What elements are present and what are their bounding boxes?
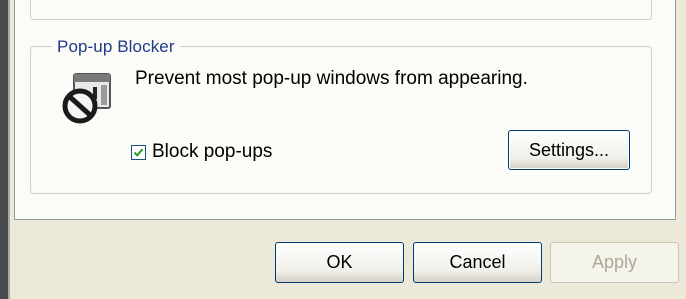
block-popups-checkbox[interactable] bbox=[131, 144, 146, 160]
popup-blocker-description: Prevent most pop-up windows from appeari… bbox=[135, 68, 528, 89]
block-popups-label[interactable]: Block pop-ups bbox=[152, 140, 272, 164]
previous-group-box bbox=[30, 0, 652, 20]
cancel-button[interactable]: Cancel bbox=[413, 242, 542, 283]
popup-blocker-icon bbox=[62, 73, 111, 124]
ok-button[interactable]: OK bbox=[275, 242, 404, 283]
checkmark-icon bbox=[133, 148, 144, 157]
settings-button[interactable]: Settings... bbox=[508, 130, 630, 170]
group-title: Pop-up Blocker bbox=[52, 37, 180, 57]
window-left-edge bbox=[0, 0, 10, 299]
apply-button[interactable]: Apply bbox=[550, 242, 679, 283]
block-popups-checkbox-row[interactable]: Block pop-ups bbox=[131, 138, 272, 166]
dialog-body: Pop-up Blocker Prevent most pop-up windo… bbox=[0, 0, 686, 299]
